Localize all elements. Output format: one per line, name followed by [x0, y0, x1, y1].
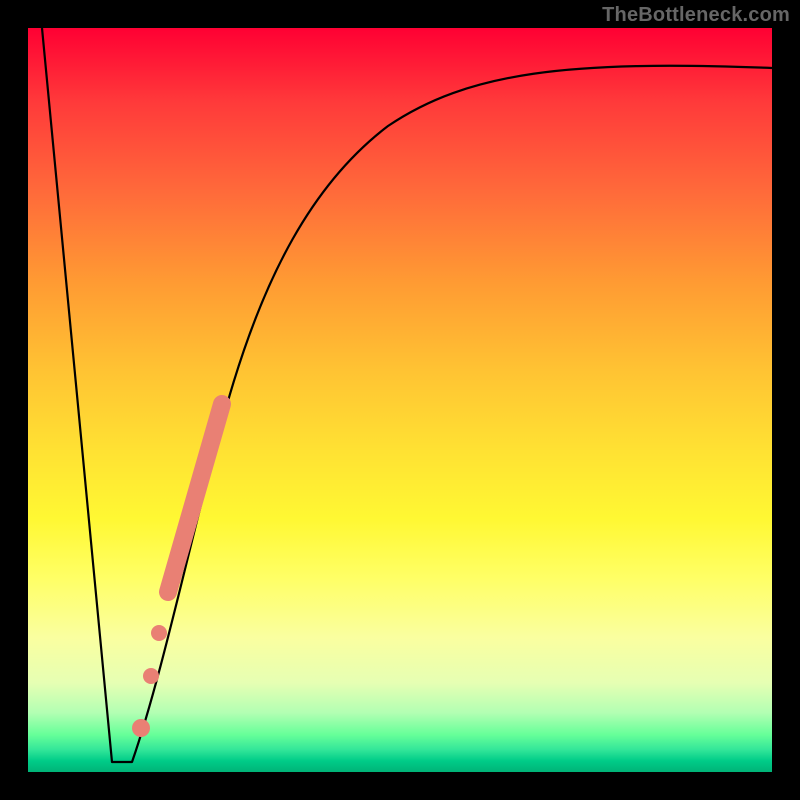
chart-svg [28, 28, 772, 772]
highlight-segment [168, 404, 222, 592]
highlight-dot [143, 668, 159, 684]
highlight-dot [132, 719, 150, 737]
chart-stage: TheBottleneck.com [0, 0, 800, 800]
watermark-text: TheBottleneck.com [602, 4, 790, 27]
highlight-dot [151, 625, 167, 641]
main-curve [42, 28, 772, 762]
